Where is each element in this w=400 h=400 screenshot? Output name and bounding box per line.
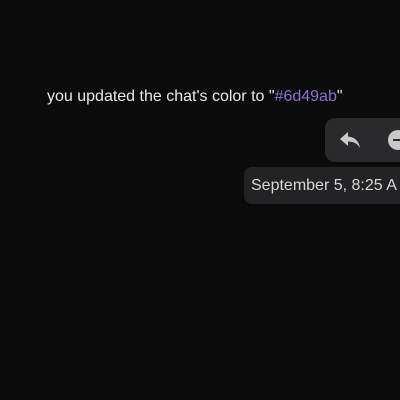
more-options-button[interactable] bbox=[385, 128, 400, 152]
system-message: you updated the chat's color to "#6d49ab… bbox=[47, 86, 343, 108]
system-message-prefix: you updated the chat's color to " bbox=[47, 88, 275, 105]
more-options-icon bbox=[388, 130, 400, 150]
color-value-text: #6d49ab bbox=[274, 88, 337, 105]
system-message-suffix: " bbox=[336, 88, 343, 105]
reply-button[interactable] bbox=[337, 128, 363, 152]
reply-icon bbox=[340, 132, 360, 148]
timestamp-tooltip: September 5, 8:25 A bbox=[244, 167, 400, 204]
chat-view: you updated the chat's color to "#6d49ab… bbox=[0, 0, 400, 400]
message-action-bar bbox=[325, 118, 400, 162]
